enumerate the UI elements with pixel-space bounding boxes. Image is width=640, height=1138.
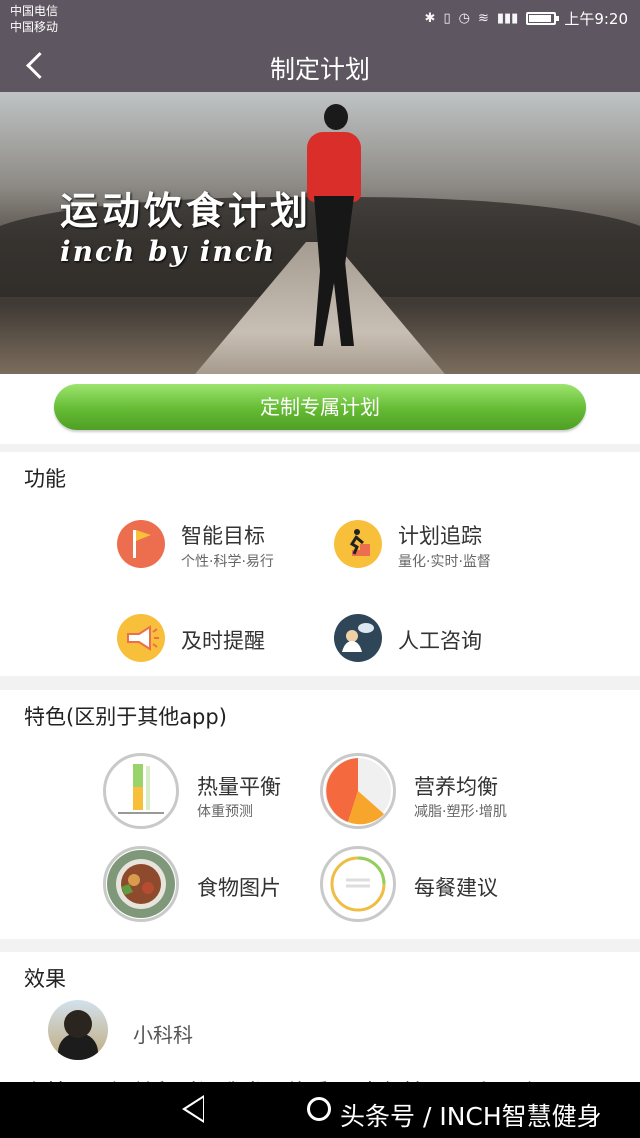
feature-sub: 个性·科学·易行	[181, 554, 274, 570]
effects-title: 效果	[24, 967, 66, 991]
cta-area: 定制专属计划	[0, 374, 640, 444]
title-bar: 制定计划	[0, 38, 640, 92]
nav-home-icon[interactable]	[307, 1097, 331, 1121]
food-photo-icon	[103, 846, 179, 922]
feature-label: 智能目标	[181, 524, 265, 548]
consultant-icon	[334, 614, 382, 662]
special-sub: 体重预测	[197, 804, 253, 820]
specials-title: 特色(区别于其他app)	[24, 705, 227, 729]
special-label: 营养均衡	[414, 775, 498, 799]
runner-stairs-icon	[334, 520, 382, 568]
vibrate-icon: ▯	[443, 11, 451, 26]
nutrition-pie-icon	[320, 753, 396, 829]
user-name: 小科科	[133, 1023, 193, 1047]
meal-ring-icon	[320, 846, 396, 922]
specials-section: 特色(区别于其他app) 热量平衡 体重预测 营养均衡 减脂·塑形·增肌 食物图…	[0, 690, 640, 939]
calorie-bar-icon	[103, 753, 179, 829]
feature-label: 及时提醒	[181, 629, 265, 653]
nav-back-icon[interactable]	[182, 1095, 204, 1123]
flag-icon	[117, 520, 165, 568]
status-time: 上午9:20	[564, 10, 628, 28]
status-bar: 中国电信 中国移动 ✱ ▯ ◷ ≋ ▮▮▮ 上午9:20	[0, 0, 640, 38]
customize-plan-button[interactable]: 定制专属计划	[54, 384, 586, 430]
hero-subtitle: inch by inch	[60, 235, 277, 268]
signal-icon: ▮▮▮	[496, 11, 519, 26]
battery-icon	[526, 12, 560, 25]
carrier-1: 中国电信	[10, 4, 59, 18]
special-sub: 减脂·塑形·增肌	[414, 804, 507, 820]
feature-sub: 量化·实时·监督	[398, 554, 491, 570]
avatar	[48, 1000, 108, 1060]
feature-label: 人工咨询	[398, 629, 482, 653]
features-title: 功能	[24, 467, 66, 491]
megaphone-icon	[117, 614, 165, 662]
effects-section: 效果 小科科 小林了1个 单段时间我发现体重 一直保持110斤 三个月	[0, 952, 640, 1085]
hero-title: 运动饮食计划	[60, 188, 313, 233]
feature-label: 计划追踪	[398, 524, 482, 548]
special-label: 食物图片	[197, 876, 281, 900]
navigation-bar: 头条号 / INCH智慧健身	[0, 1082, 640, 1138]
alarm-icon: ◷	[458, 11, 470, 26]
special-label: 每餐建议	[414, 876, 498, 900]
special-label: 热量平衡	[197, 775, 281, 799]
bluetooth-icon: ✱	[424, 11, 436, 26]
watermark: 头条号 / INCH智慧健身	[340, 1102, 602, 1131]
wifi-icon: ≋	[477, 11, 489, 26]
status-icons: ✱ ▯ ◷ ≋ ▮▮▮ 上午9:20	[425, 8, 628, 29]
features-section: 功能 智能目标 个性·科学·易行 计划追踪 量化·实时·监督 及时提醒 人工咨询	[0, 452, 640, 676]
carrier-2: 中国移动	[10, 20, 59, 34]
hero-banner: 运动饮食计划 inch by inch	[0, 92, 640, 374]
carrier-info: 中国电信 中国移动	[10, 3, 58, 35]
page-title: 制定计划	[269, 55, 370, 84]
